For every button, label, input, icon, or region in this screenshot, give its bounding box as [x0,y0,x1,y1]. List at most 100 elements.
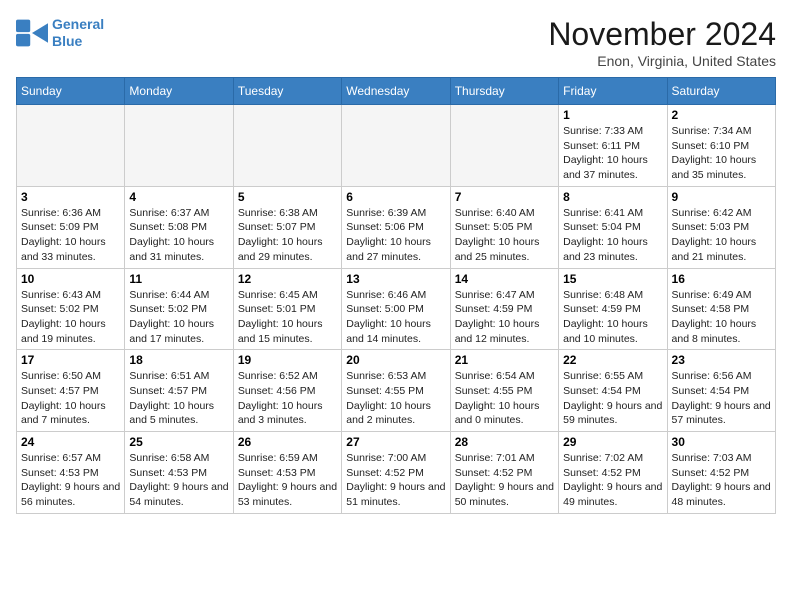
week-row-3: 10Sunrise: 6:43 AMSunset: 5:02 PMDayligh… [17,268,776,350]
day-info: Sunrise: 7:02 AMSunset: 4:52 PMDaylight:… [563,451,662,510]
day-cell: 21 Sunrise: 6:54 AMSunset: 4:55 PMDayligh… [450,350,558,432]
day-number: 7 [455,190,554,204]
day-number: 2 [672,108,771,122]
week-row-1: 1 Sunrise: 7:33 AMSunset: 6:11 PMDaylight… [17,105,776,187]
day-number: 13 [346,272,445,286]
day-number: 12 [238,272,337,286]
day-cell: 5 Sunrise: 6:38 AMSunset: 5:07 PMDaylight… [233,186,341,268]
calendar: SundayMondayTuesdayWednesdayThursdayFrid… [16,77,776,514]
day-number: 19 [238,353,337,367]
day-info: Sunrise: 6:50 AMSunset: 4:57 PMDaylight:… [21,369,120,428]
day-cell [450,105,558,187]
day-number: 16 [672,272,771,286]
logo-icon [16,19,48,47]
day-cell: 29 Sunrise: 7:02 AMSunset: 4:52 PMDayligh… [559,432,667,514]
day-cell: 3Sunrise: 6:36 AMSunset: 5:09 PMDaylight… [17,186,125,268]
day-cell: 24Sunrise: 6:57 AMSunset: 4:53 PMDayligh… [17,432,125,514]
day-cell: 15 Sunrise: 6:48 AMSunset: 4:59 PMDayligh… [559,268,667,350]
day-info: Sunrise: 7:03 AMSunset: 4:52 PMDaylight:… [672,451,771,510]
column-header-friday: Friday [559,78,667,105]
day-number: 15 [563,272,662,286]
day-cell: 11Sunrise: 6:44 AMSunset: 5:02 PMDayligh… [125,268,233,350]
day-info: Sunrise: 6:54 AMSunset: 4:55 PMDaylight:… [455,369,554,428]
day-number: 6 [346,190,445,204]
day-cell: 10Sunrise: 6:43 AMSunset: 5:02 PMDayligh… [17,268,125,350]
month-title: November 2024 [548,16,776,53]
day-number: 27 [346,435,445,449]
column-header-wednesday: Wednesday [342,78,450,105]
day-info: Sunrise: 6:47 AMSunset: 4:59 PMDaylight:… [455,288,554,347]
day-cell [233,105,341,187]
column-header-monday: Monday [125,78,233,105]
day-cell: 26 Sunrise: 6:59 AMSunset: 4:53 PMDayligh… [233,432,341,514]
day-cell: 12 Sunrise: 6:45 AMSunset: 5:01 PMDayligh… [233,268,341,350]
day-info: Sunrise: 6:45 AMSunset: 5:01 PMDaylight:… [238,288,337,347]
day-cell [125,105,233,187]
day-info: Sunrise: 6:55 AMSunset: 4:54 PMDaylight:… [563,369,662,428]
day-info: Sunrise: 6:52 AMSunset: 4:56 PMDaylight:… [238,369,337,428]
day-number: 23 [672,353,771,367]
day-info: Sunrise: 6:51 AMSunset: 4:57 PMDaylight:… [129,369,228,428]
day-number: 1 [563,108,662,122]
day-number: 9 [672,190,771,204]
day-number: 3 [21,190,120,204]
day-info: Sunrise: 6:42 AMSunset: 5:03 PMDaylight:… [672,206,771,265]
day-cell: 30 Sunrise: 7:03 AMSunset: 4:52 PMDayligh… [667,432,775,514]
day-info: Sunrise: 6:37 AMSunset: 5:08 PMDaylight:… [129,206,228,265]
column-header-saturday: Saturday [667,78,775,105]
day-number: 25 [129,435,228,449]
day-number: 5 [238,190,337,204]
day-info: Sunrise: 6:44 AMSunset: 5:02 PMDaylight:… [129,288,228,347]
day-info: Sunrise: 6:38 AMSunset: 5:07 PMDaylight:… [238,206,337,265]
day-info: Sunrise: 6:59 AMSunset: 4:53 PMDaylight:… [238,451,337,510]
day-cell: 20Sunrise: 6:53 AMSunset: 4:55 PMDayligh… [342,350,450,432]
logo-text: General Blue [52,16,104,50]
day-number: 21 [455,353,554,367]
day-info: Sunrise: 6:49 AMSunset: 4:58 PMDaylight:… [672,288,771,347]
day-number: 4 [129,190,228,204]
logo: General Blue [16,16,104,50]
column-header-thursday: Thursday [450,78,558,105]
day-info: Sunrise: 7:33 AMSunset: 6:11 PMDaylight:… [563,124,662,183]
day-number: 30 [672,435,771,449]
day-cell: 19 Sunrise: 6:52 AMSunset: 4:56 PMDayligh… [233,350,341,432]
day-cell: 2 Sunrise: 7:34 AMSunset: 6:10 PMDaylight… [667,105,775,187]
day-info: Sunrise: 6:53 AMSunset: 4:55 PMDaylight:… [346,369,445,428]
day-cell: 4 Sunrise: 6:37 AMSunset: 5:08 PMDaylight… [125,186,233,268]
day-info: Sunrise: 7:34 AMSunset: 6:10 PMDaylight:… [672,124,771,183]
day-info: Sunrise: 6:56 AMSunset: 4:54 PMDaylight:… [672,369,771,428]
day-info: Sunrise: 7:01 AMSunset: 4:52 PMDaylight:… [455,451,554,510]
day-cell: 25 Sunrise: 6:58 AMSunset: 4:53 PMDayligh… [125,432,233,514]
day-number: 17 [21,353,120,367]
day-info: Sunrise: 6:48 AMSunset: 4:59 PMDaylight:… [563,288,662,347]
day-cell: 22 Sunrise: 6:55 AMSunset: 4:54 PMDayligh… [559,350,667,432]
day-cell: 13 Sunrise: 6:46 AMSunset: 5:00 PMDayligh… [342,268,450,350]
column-header-sunday: Sunday [17,78,125,105]
day-cell [342,105,450,187]
day-cell: 14 Sunrise: 6:47 AMSunset: 4:59 PMDayligh… [450,268,558,350]
day-info: Sunrise: 7:00 AMSunset: 4:52 PMDaylight:… [346,451,445,510]
day-number: 22 [563,353,662,367]
day-number: 26 [238,435,337,449]
day-number: 29 [563,435,662,449]
day-cell: 23 Sunrise: 6:56 AMSunset: 4:54 PMDayligh… [667,350,775,432]
day-cell: 6 Sunrise: 6:39 AMSunset: 5:06 PMDaylight… [342,186,450,268]
day-info: Sunrise: 6:46 AMSunset: 5:00 PMDaylight:… [346,288,445,347]
day-number: 18 [129,353,228,367]
day-number: 28 [455,435,554,449]
day-cell: 17 Sunrise: 6:50 AMSunset: 4:57 PMDayligh… [17,350,125,432]
day-cell [17,105,125,187]
day-info: Sunrise: 6:39 AMSunset: 5:06 PMDaylight:… [346,206,445,265]
column-header-tuesday: Tuesday [233,78,341,105]
title-area: November 2024 Enon, Virginia, United Sta… [548,16,776,69]
day-cell: 27 Sunrise: 7:00 AMSunset: 4:52 PMDayligh… [342,432,450,514]
day-cell: 28 Sunrise: 7:01 AMSunset: 4:52 PMDayligh… [450,432,558,514]
day-info: Sunrise: 6:41 AMSunset: 5:04 PMDaylight:… [563,206,662,265]
day-info: Sunrise: 6:43 AMSunset: 5:02 PMDaylight:… [21,288,120,347]
day-cell: 16 Sunrise: 6:49 AMSunset: 4:58 PMDayligh… [667,268,775,350]
day-number: 8 [563,190,662,204]
day-cell: 8 Sunrise: 6:41 AMSunset: 5:04 PMDaylight… [559,186,667,268]
day-info: Sunrise: 6:58 AMSunset: 4:53 PMDaylight:… [129,451,228,510]
day-number: 14 [455,272,554,286]
week-row-5: 24Sunrise: 6:57 AMSunset: 4:53 PMDayligh… [17,432,776,514]
